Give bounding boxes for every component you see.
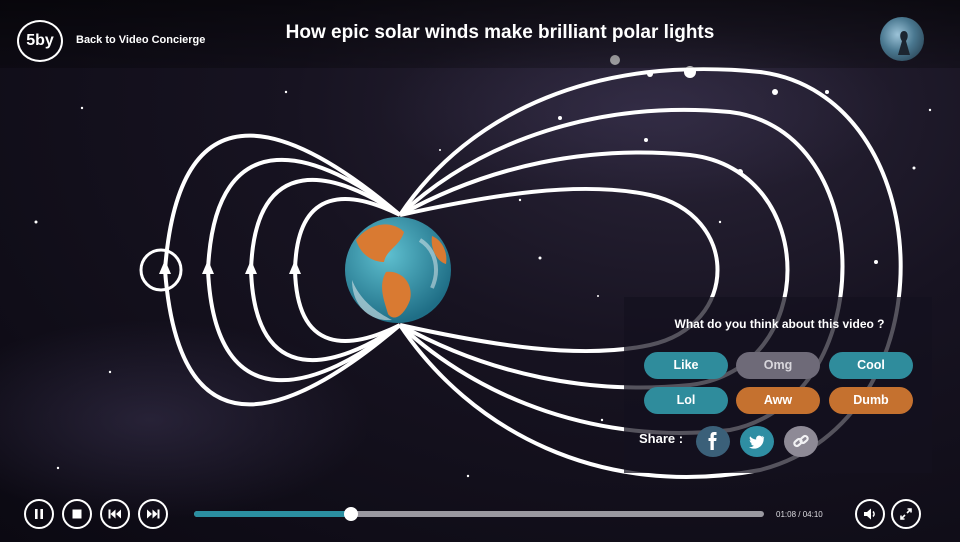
skip-forward-icon xyxy=(147,509,160,519)
share-facebook-button[interactable] xyxy=(696,426,730,457)
top-bar: 5by Back to Video Concierge How epic sol… xyxy=(0,0,960,68)
pause-icon xyxy=(35,509,43,519)
progress-fill xyxy=(194,511,351,517)
reaction-cool-button[interactable]: Cool xyxy=(829,352,913,379)
skip-forward-button[interactable] xyxy=(138,499,168,529)
share-twitter-button[interactable] xyxy=(740,426,774,457)
progress-bar[interactable] xyxy=(194,507,764,521)
share-label: Share : xyxy=(639,431,684,446)
earth-globe xyxy=(345,217,451,323)
volume-button[interactable] xyxy=(855,499,885,529)
video-title: How epic solar winds make brilliant pola… xyxy=(285,22,715,43)
reaction-question: What do you think about this video ? xyxy=(674,317,885,331)
reaction-lol-button[interactable]: Lol xyxy=(644,387,728,414)
back-to-concierge-link[interactable]: Back to Video Concierge xyxy=(76,34,205,46)
user-avatar[interactable] xyxy=(880,17,924,61)
brand-logo[interactable]: 5by xyxy=(17,20,63,62)
skip-back-icon xyxy=(108,509,121,519)
current-time: 01:08 xyxy=(776,510,797,519)
skip-back-button[interactable] xyxy=(100,499,130,529)
share-link-button[interactable] xyxy=(784,426,818,457)
time-display: 01:08 / 04:10 xyxy=(776,510,823,519)
duration: 04:10 xyxy=(802,510,823,519)
volume-icon xyxy=(864,508,875,520)
reaction-panel: What do you think about this video ? Lik… xyxy=(624,297,932,473)
facebook-icon xyxy=(708,432,717,450)
fullscreen-button[interactable] xyxy=(891,499,921,529)
reaction-like-button[interactable]: Like xyxy=(644,352,728,379)
fullscreen-icon xyxy=(900,508,912,520)
reaction-aww-button[interactable]: Aww xyxy=(736,387,820,414)
progress-handle[interactable] xyxy=(343,507,358,521)
stop-button[interactable] xyxy=(62,499,92,529)
reaction-omg-button[interactable]: Omg xyxy=(736,352,820,379)
link-icon xyxy=(793,434,809,448)
time-separator: / xyxy=(796,510,803,519)
stop-icon xyxy=(72,509,82,519)
twitter-icon xyxy=(749,435,765,449)
avatar-figure xyxy=(898,31,910,55)
pause-button[interactable] xyxy=(24,499,54,529)
reaction-dumb-button[interactable]: Dumb xyxy=(829,387,913,414)
